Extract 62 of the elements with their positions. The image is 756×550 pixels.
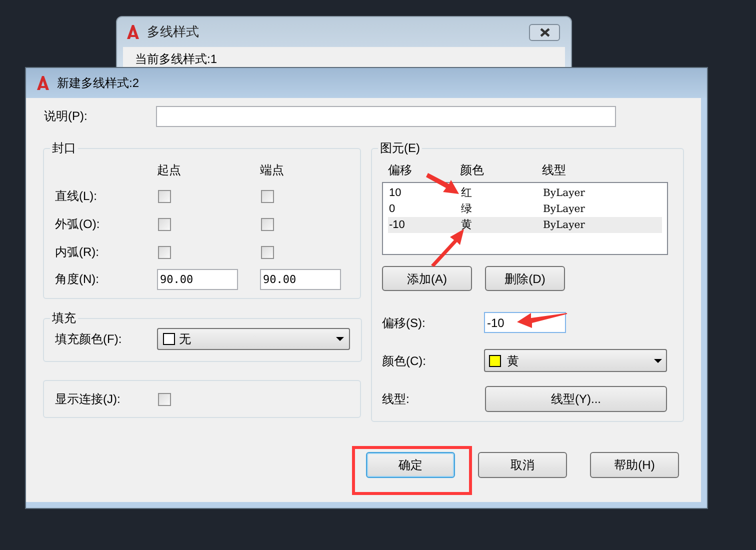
field-label: 显示连接(J): xyxy=(55,391,122,408)
list-cell-text: 红 xyxy=(461,186,473,201)
color-dropdown[interactable]: 黄 xyxy=(484,349,667,372)
label-text: 当前多线样式:1 xyxy=(135,52,218,66)
list-cell-text: ByLayer xyxy=(543,218,586,233)
checkbox[interactable] xyxy=(261,246,274,258)
app-logo-icon xyxy=(125,24,141,40)
field-label: 偏移(S): xyxy=(382,314,426,332)
button[interactable]: 添加(A) xyxy=(382,266,472,291)
button[interactable]: 确定 xyxy=(366,452,455,478)
field-label: 说明(P): xyxy=(43,108,88,125)
checkbox[interactable] xyxy=(261,218,274,230)
list-row[interactable]: -10 黄 ByLayer xyxy=(388,217,662,233)
arrow-annotation xyxy=(426,173,459,194)
checkbox[interactable] xyxy=(158,392,171,406)
window-title: 多线样式 xyxy=(147,23,199,42)
list-cell-text: ByLayer xyxy=(543,202,586,217)
column-header: 颜色 xyxy=(460,162,485,178)
row-label: 直线(L): xyxy=(55,188,97,205)
group-title: 封口 xyxy=(52,141,76,155)
dropdown-value: 黄 xyxy=(507,352,520,370)
list-row[interactable]: 10 红 ByLayer xyxy=(388,185,662,201)
field-label: 线型: xyxy=(382,391,410,408)
description-input-field[interactable] xyxy=(156,106,616,126)
button[interactable]: 帮助(H) xyxy=(590,452,679,478)
close-icon xyxy=(540,28,550,36)
fill-color-dropdown[interactable]: 无 xyxy=(157,328,350,350)
checkbox[interactable] xyxy=(158,218,171,230)
dropdown-value: 无 xyxy=(179,331,192,348)
list-cell-text: ByLayer xyxy=(543,186,586,201)
app-logo-icon xyxy=(35,75,51,91)
list-cell-text: 10 xyxy=(389,186,402,201)
column-header: 起点 xyxy=(157,162,182,179)
row-label: 角度(N): xyxy=(55,271,99,288)
list-cell-text: -10 xyxy=(389,218,406,233)
column-header: 线型 xyxy=(542,162,567,178)
input-field[interactable]: 90.00 xyxy=(157,268,238,290)
list-cell-text: 绿 xyxy=(461,202,473,217)
list-row[interactable]: 0 绿 ByLayer xyxy=(388,201,662,217)
button[interactable]: 线型(Y)... xyxy=(485,386,667,412)
checkbox[interactable] xyxy=(261,190,274,202)
button[interactable]: 取消 xyxy=(478,452,567,478)
input-field[interactable]: 90.00 xyxy=(260,268,341,290)
arrow-annotation xyxy=(517,313,567,328)
field-label: 颜色(C): xyxy=(382,352,427,370)
field-label: 填充颜色(F): xyxy=(55,331,123,348)
column-header: 端点 xyxy=(260,162,285,179)
group-title: 填充 xyxy=(52,311,76,325)
window-title: 新建多线样式:2 xyxy=(57,75,140,92)
row-label: 内弧(R): xyxy=(55,244,99,261)
checkbox[interactable] xyxy=(158,190,171,202)
button[interactable]: 删除(D) xyxy=(485,266,565,291)
arrow-annotation xyxy=(431,229,464,267)
dropdown-arrow-icon xyxy=(336,337,344,341)
checkbox[interactable] xyxy=(158,246,171,258)
dropdown-arrow-icon xyxy=(654,358,662,362)
column-header: 偏移 xyxy=(388,162,413,178)
close-button[interactable] xyxy=(529,24,560,40)
row-label: 外弧(O): xyxy=(55,216,100,233)
list-cell-text: 0 xyxy=(389,202,396,217)
group-title: 图元(E) xyxy=(380,141,420,155)
list-cell-text: 黄 xyxy=(461,218,473,233)
